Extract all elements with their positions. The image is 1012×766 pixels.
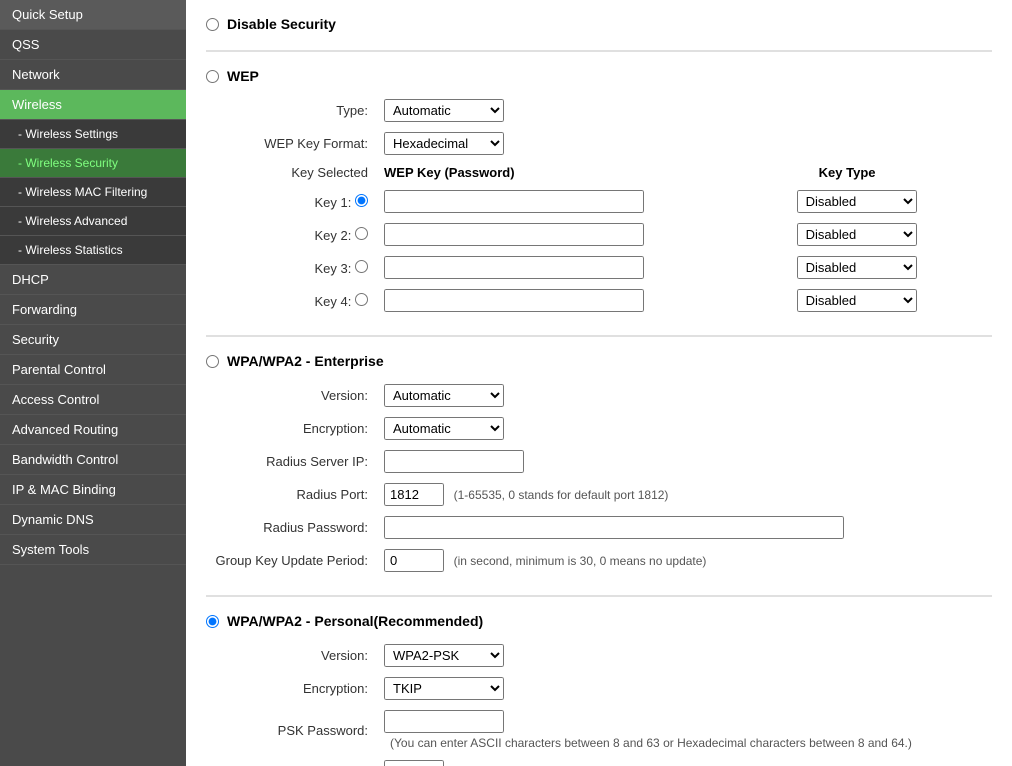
sidebar-item-security[interactable]: Security (0, 325, 186, 355)
wpa-enterprise-label[interactable]: WPA/WPA2 - Enterprise (227, 353, 384, 369)
wep-key2-row: Key 2: Disabled64bit128bit152bit (206, 218, 992, 251)
enterprise-group-key-note: (in second, minimum is 30, 0 means no up… (454, 554, 707, 568)
enterprise-version-select[interactable]: AutomaticWPAWPA2 (384, 384, 504, 407)
sidebar-item-advanced-routing[interactable]: Advanced Routing (0, 415, 186, 445)
wep-key-col: WEP Key (Password) (376, 160, 789, 185)
radius-port-input[interactable] (384, 483, 444, 506)
sidebar-item-qss[interactable]: QSS (0, 30, 186, 60)
personal-form-table: Version: Automatic WPA-PSK WPA2-PSK Encr… (206, 639, 992, 766)
key3-input[interactable] (384, 256, 644, 279)
disable-security-radio[interactable] (206, 18, 219, 31)
psk-password-label: PSK Password: (206, 705, 376, 755)
key1-input[interactable] (384, 190, 644, 213)
wep-type-row: Type: Automatic Open System Shared Key (206, 94, 992, 127)
enterprise-version-row: Version: AutomaticWPAWPA2 (206, 379, 992, 412)
wep-label[interactable]: WEP (227, 68, 259, 84)
key4-input[interactable] (384, 289, 644, 312)
disable-security-label[interactable]: Disable Security (227, 16, 336, 32)
wep-key3-row: Key 3: Disabled64bit128bit152bit (206, 251, 992, 284)
key2-type-select[interactable]: Disabled64bit128bit152bit (797, 223, 917, 246)
radius-port-note: (1-65535, 0 stands for default port 1812… (454, 488, 669, 502)
sidebar-item-parental-control[interactable]: Parental Control (0, 355, 186, 385)
sidebar-item-quick-setup[interactable]: Quick Setup (0, 0, 186, 30)
radius-port-label: Radius Port: (206, 478, 376, 511)
sidebar-item-bandwidth-control[interactable]: Bandwidth Control (0, 445, 186, 475)
key2-input[interactable] (384, 223, 644, 246)
wep-form-table: Type: Automatic Open System Shared Key W… (206, 94, 992, 317)
enterprise-group-key-label: Group Key Update Period: (206, 544, 376, 577)
wpa-enterprise-radio[interactable] (206, 355, 219, 368)
psk-password-input[interactable] (384, 710, 504, 733)
personal-encryption-label: Encryption: (206, 672, 376, 705)
personal-encryption-select[interactable]: Automatic TKIP AES (384, 677, 504, 700)
personal-version-select[interactable]: Automatic WPA-PSK WPA2-PSK (384, 644, 504, 667)
key2-radio[interactable] (355, 227, 368, 240)
key1-label: Key 1: (315, 195, 352, 210)
sidebar-item-access-control[interactable]: Access Control (0, 385, 186, 415)
wep-key-format-row: WEP Key Format: Hexadecimal ASCII (206, 127, 992, 160)
radius-ip-label: Radius Server IP: (206, 445, 376, 478)
sidebar: Quick SetupQSSNetworkWireless- Wireless … (0, 0, 186, 766)
enterprise-group-key-row: Group Key Update Period: (in second, min… (206, 544, 992, 577)
sidebar-item-dhcp[interactable]: DHCP (0, 265, 186, 295)
enterprise-group-key-input[interactable] (384, 549, 444, 572)
enterprise-encryption-select[interactable]: AutomaticTKIPAES (384, 417, 504, 440)
radius-password-input[interactable] (384, 516, 844, 539)
personal-group-key-input[interactable] (384, 760, 444, 766)
disable-security-section: Disable Security (206, 16, 992, 32)
radius-password-label: Radius Password: (206, 511, 376, 544)
key3-radio[interactable] (355, 260, 368, 273)
wep-key-format-select[interactable]: Hexadecimal ASCII (384, 132, 504, 155)
wep-key1-row: Key 1: Disabled64bit128bit152bit (206, 185, 992, 218)
enterprise-version-label: Version: (206, 379, 376, 412)
wep-key-header-row: Key Selected WEP Key (Password) Key Type (206, 160, 992, 185)
sidebar-item-forwarding[interactable]: Forwarding (0, 295, 186, 325)
radius-port-row: Radius Port: (1-65535, 0 stands for defa… (206, 478, 992, 511)
wpa-personal-label[interactable]: WPA/WPA2 - Personal(Recommended) (227, 613, 483, 629)
main-content: Disable Security WEP Type: Automatic Ope… (186, 0, 1012, 766)
wep-type-label: Type: (206, 94, 376, 127)
sidebar-item-ip-mac-binding[interactable]: IP & MAC Binding (0, 475, 186, 505)
personal-group-key-row: Group Key Update Period: Seconds (Keep i… (206, 755, 992, 766)
wep-type-select[interactable]: Automatic Open System Shared Key (384, 99, 504, 122)
key4-label: Key 4: (315, 294, 352, 309)
radius-password-row: Radius Password: (206, 511, 992, 544)
wpa-personal-section: WPA/WPA2 - Personal(Recommended) Version… (206, 613, 992, 766)
wep-key4-row: Key 4: Disabled64bit128bit152bit (206, 284, 992, 317)
sidebar-item-wireless-advanced[interactable]: - Wireless Advanced (0, 207, 186, 236)
sidebar-item-dynamic-dns[interactable]: Dynamic DNS (0, 505, 186, 535)
psk-password-hint: (You can enter ASCII characters between … (390, 736, 984, 750)
enterprise-encryption-row: Encryption: AutomaticTKIPAES (206, 412, 992, 445)
sidebar-item-wireless-statistics[interactable]: - Wireless Statistics (0, 236, 186, 265)
sidebar-item-system-tools[interactable]: System Tools (0, 535, 186, 565)
key3-label: Key 3: (315, 261, 352, 276)
sidebar-item-network[interactable]: Network (0, 60, 186, 90)
wpa-personal-radio[interactable] (206, 615, 219, 628)
sidebar-item-wireless-mac-filtering[interactable]: - Wireless MAC Filtering (0, 178, 186, 207)
wpa-enterprise-section: WPA/WPA2 - Enterprise Version: Automatic… (206, 353, 992, 577)
psk-password-row: PSK Password: (You can enter ASCII chara… (206, 705, 992, 755)
key4-type-select[interactable]: Disabled64bit128bit152bit (797, 289, 917, 312)
sidebar-item-wireless-security[interactable]: - Wireless Security (0, 149, 186, 178)
key-type-col: Key Type (789, 160, 992, 185)
wep-radio[interactable] (206, 70, 219, 83)
personal-version-row: Version: Automatic WPA-PSK WPA2-PSK (206, 639, 992, 672)
wep-section: WEP Type: Automatic Open System Shared K… (206, 68, 992, 317)
key4-radio[interactable] (355, 293, 368, 306)
key2-label: Key 2: (315, 228, 352, 243)
key3-type-select[interactable]: Disabled64bit128bit152bit (797, 256, 917, 279)
sidebar-item-wireless[interactable]: Wireless (0, 90, 186, 120)
radius-ip-input[interactable] (384, 450, 524, 473)
enterprise-form-table: Version: AutomaticWPAWPA2 Encryption: Au… (206, 379, 992, 577)
personal-group-key-label: Group Key Update Period: (206, 755, 376, 766)
sidebar-item-wireless-settings[interactable]: - Wireless Settings (0, 120, 186, 149)
radius-ip-row: Radius Server IP: (206, 445, 992, 478)
personal-version-label: Version: (206, 639, 376, 672)
personal-encryption-row: Encryption: Automatic TKIP AES (206, 672, 992, 705)
wep-key-format-label: WEP Key Format: (206, 127, 376, 160)
enterprise-encryption-label: Encryption: (206, 412, 376, 445)
key-selected-col: Key Selected (206, 160, 376, 185)
key1-radio[interactable] (355, 194, 368, 207)
key1-type-select[interactable]: Disabled64bit128bit152bit (797, 190, 917, 213)
